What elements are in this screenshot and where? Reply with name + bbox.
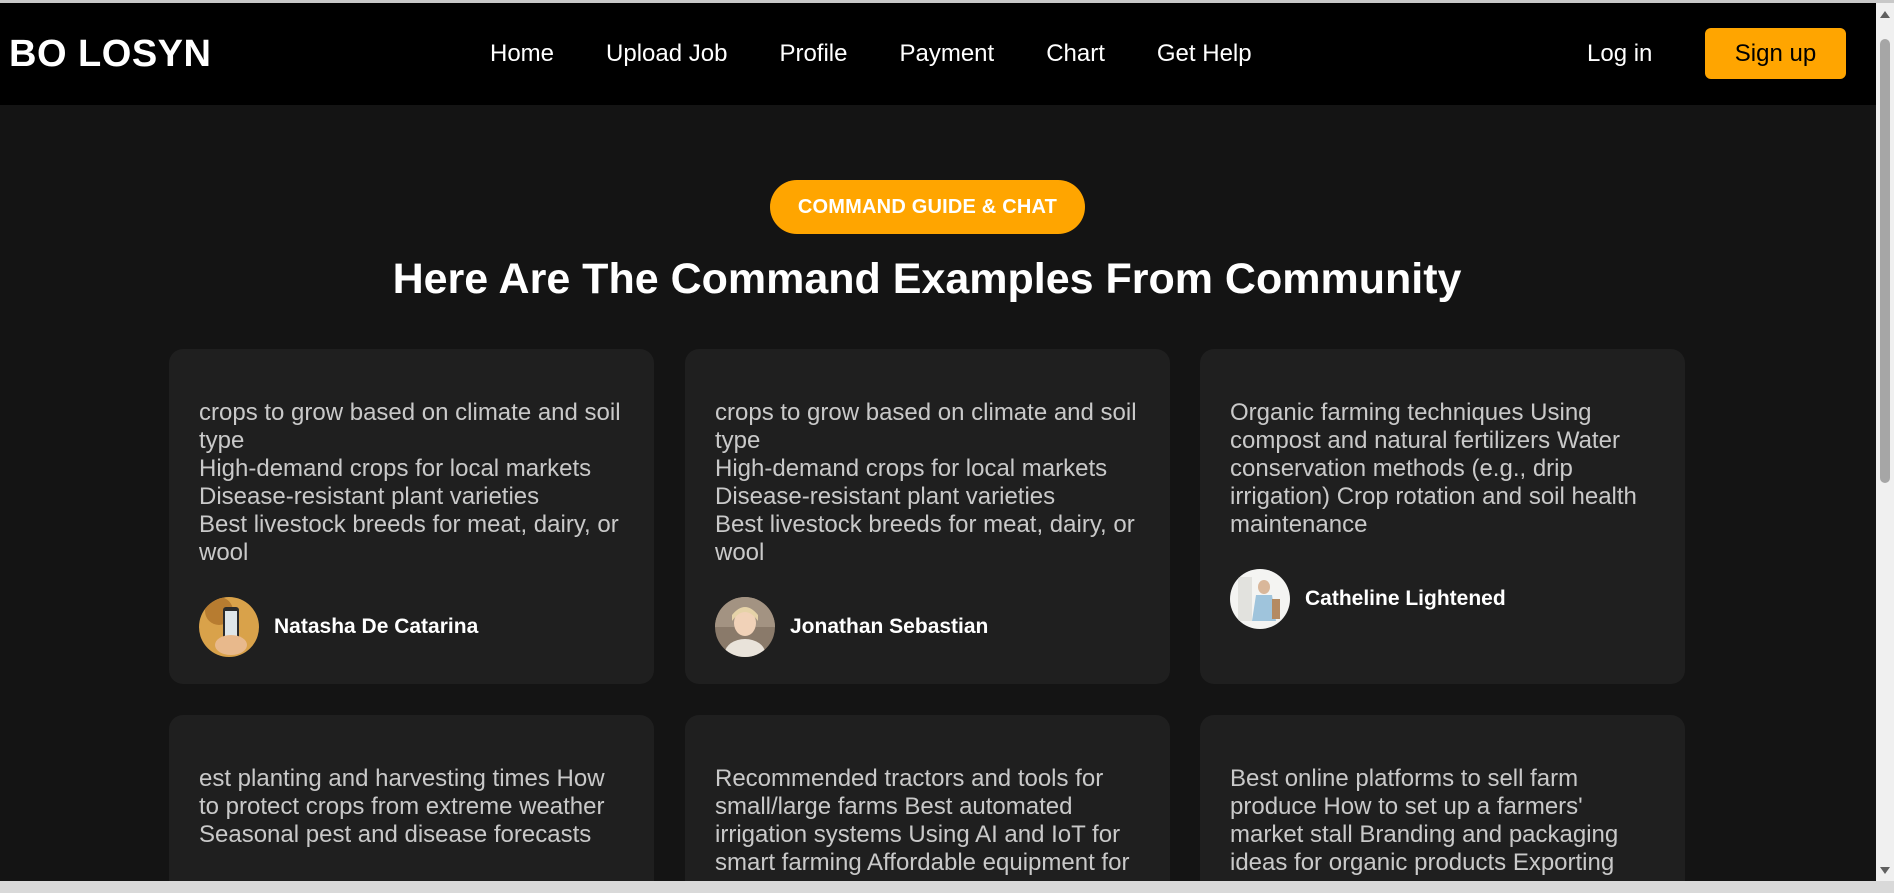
community-card: crops to grow based on climate and soil … [169, 349, 654, 684]
card-text: est planting and harvesting times How to… [199, 765, 605, 848]
window-bottom-bar [0, 881, 1894, 893]
navbar: BO LOSYN Home Upload Job Profile Payment… [0, 3, 1876, 105]
scroll-up-arrow-icon[interactable] [1880, 11, 1890, 18]
author-name: Catheline Lightened [1305, 587, 1506, 610]
nav-profile-link[interactable]: Profile [779, 40, 847, 68]
community-card: Best online platforms to sell farm produ… [1200, 715, 1685, 881]
card-text: Best online platforms to sell farm produ… [1230, 765, 1619, 876]
nav-get-help-link[interactable]: Get Help [1157, 40, 1252, 68]
page-title: Here Are The Command Examples From Commu… [392, 255, 1462, 303]
community-card: Recommended tractors and tools for small… [685, 715, 1170, 881]
nav-chart-link[interactable]: Chart [1046, 40, 1105, 68]
card-text: Organic farming techniques Using compost… [1230, 399, 1637, 538]
signup-button[interactable]: Sign up [1705, 28, 1846, 79]
scroll-down-arrow-icon[interactable] [1880, 867, 1890, 874]
nav-home-link[interactable]: Home [490, 40, 554, 68]
avatar [199, 597, 259, 657]
nav-upload-job-link[interactable]: Upload Job [606, 40, 727, 68]
community-card: crops to grow based on climate and soil … [685, 349, 1170, 684]
author-name: Natasha De Catarina [274, 615, 479, 638]
login-link[interactable]: Log in [1587, 40, 1652, 68]
nav-payment-link[interactable]: Payment [899, 40, 994, 68]
card-text: crops to grow based on climate and soil … [715, 399, 1137, 566]
card-text: Recommended tractors and tools for small… [715, 765, 1130, 876]
command-guide-badge[interactable]: COMMAND GUIDE & CHAT [770, 180, 1085, 234]
card-text: crops to grow based on climate and soil … [199, 399, 621, 566]
vertical-scrollbar[interactable] [1876, 3, 1894, 881]
card-author: Jonathan Sebastian [715, 597, 988, 657]
avatar [715, 597, 775, 657]
avatar [1230, 569, 1290, 629]
author-name: Jonathan Sebastian [790, 615, 989, 638]
card-author: Natasha De Catarina [199, 597, 478, 657]
community-card: est planting and harvesting times How to… [169, 715, 654, 881]
card-author: Catheline Lightened [1230, 569, 1506, 629]
main-content: COMMAND GUIDE & CHAT Here Are The Comman… [0, 105, 1876, 881]
community-card: Organic farming techniques Using compost… [1200, 349, 1685, 684]
brand-logo[interactable]: BO LOSYN [9, 33, 211, 76]
nav-links: Home Upload Job Profile Payment Chart Ge… [490, 40, 1252, 68]
scroll-thumb[interactable] [1880, 39, 1890, 483]
